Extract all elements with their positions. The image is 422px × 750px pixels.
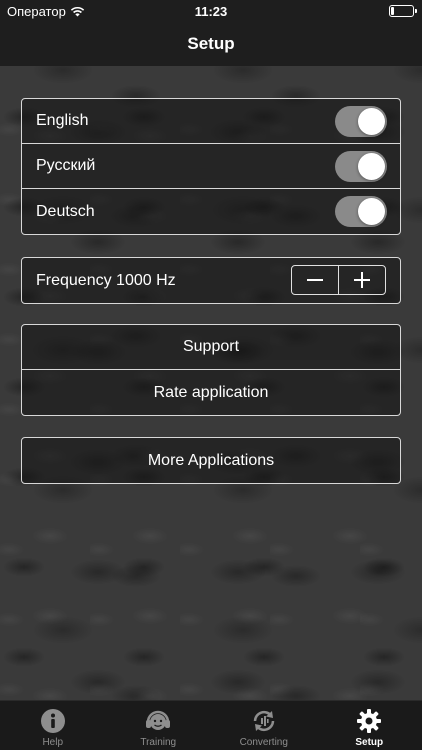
support-label: Support [182,338,240,355]
tab-training[interactable]: Training [106,701,212,750]
language-group: English Русский Deutsch [21,98,401,235]
tab-label: Setup [355,737,384,748]
headphones-icon [146,710,171,730]
frequency-stepper [291,265,386,295]
rate-label: Rate application [153,383,269,401]
toggle-knob [358,108,385,135]
tab-converting[interactable]: Converting [211,701,317,750]
increment-button[interactable] [339,266,385,294]
decrement-button[interactable] [292,266,339,294]
frequency-label: Frequency 1000 Hz [36,271,176,289]
clock: 11:23 [194,4,228,19]
page-title: Setup [187,34,235,53]
frequency-row: Frequency 1000 Hz [22,258,400,303]
support-button[interactable]: Support [22,325,400,370]
more-applications-label: More Applications [147,451,275,469]
tab-setup[interactable]: Setup [317,701,422,750]
refresh-icon [253,710,274,732]
language-row-russian: Русский [22,144,400,189]
minus-icon [307,279,323,281]
language-row-english: English [22,99,400,144]
more-group: More Applications [21,437,401,484]
frequency-group: Frequency 1000 Hz [21,257,401,304]
support-group: Support Rate application [21,324,401,416]
plus-icon [354,272,370,288]
tab-label: Training [140,737,177,748]
tab-label: Help [42,737,64,748]
language-label: English [36,112,89,129]
navigation-bar: Setup [0,22,422,66]
battery-level [391,7,394,15]
language-label: Русский [36,157,96,174]
tab-help[interactable]: Help [0,701,106,750]
rate-application-button[interactable]: Rate application [22,370,400,415]
tab-bar: Help Training Converting Setup [0,700,422,750]
status-bar: Оператор 11:23 [0,0,422,22]
more-applications-button[interactable]: More Applications [22,438,400,483]
info-icon [40,709,65,733]
language-row-german: Deutsch [22,189,400,234]
english-toggle[interactable] [335,106,387,137]
battery-icon [389,5,417,17]
toggle-knob [358,153,385,180]
language-label: Deutsch [36,202,95,220]
toggle-knob [358,198,385,225]
german-toggle[interactable] [335,196,387,227]
gear-icon [357,709,382,733]
russian-toggle[interactable] [335,151,387,182]
tab-label: Converting [239,737,288,748]
